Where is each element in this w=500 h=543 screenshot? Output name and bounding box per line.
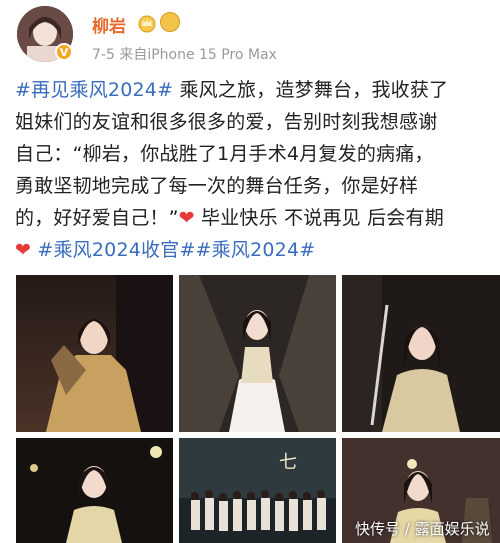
photo-5[interactable]: 七 <box>179 438 336 543</box>
heart-icon: ❤ <box>15 239 32 261</box>
post-text-line: 勇敢坚韧地完成了每一次的舞台任务，你是好样 <box>15 175 419 197</box>
watermark: 快传号 / 露面娱乐说 <box>355 520 490 538</box>
post-meta: 7-5 来自iPhone 15 Pro Max <box>92 47 277 63</box>
post-text: #再见乘风2024# 乘风之旅，造梦舞台，我收获了 姐妹们的友谊和很多很多的爱，… <box>15 74 495 266</box>
fan-badge-icon <box>160 12 180 32</box>
post-text-line: 乘风之旅，造梦舞台，我收获了 <box>173 79 449 101</box>
verified-badge-icon: V <box>55 43 73 61</box>
photo-2[interactable] <box>179 275 336 432</box>
post-header: V 柳岩 7-5 来自iPhone 15 Pro Max <box>0 0 500 66</box>
post-text-line: 自己：“柳岩，你战胜了1月手术4月复发的病痛， <box>15 143 434 165</box>
post-text-line: 姐妹们的友谊和很多很多的爱，告别时刻我想感谢 <box>15 111 438 133</box>
photo-1[interactable] <box>16 275 173 432</box>
photo-4[interactable] <box>16 438 173 543</box>
hashtag-link[interactable]: #乘风2024收官##乘风2024# <box>31 239 315 261</box>
photo-grid: 七 <box>0 272 500 543</box>
crown-icon <box>138 15 156 33</box>
photo-3[interactable] <box>342 275 500 432</box>
hashtag-link[interactable]: #再见乘风2024# <box>15 79 173 101</box>
username[interactable]: 柳岩 <box>92 12 126 37</box>
heart-icon: ❤ <box>178 207 195 229</box>
post-text-line: 毕业快乐 不说再见 后会有期 <box>194 207 444 229</box>
post-text-line: 的，好好爱自己！” <box>15 207 179 229</box>
svg-text:七: 七 <box>279 452 297 473</box>
